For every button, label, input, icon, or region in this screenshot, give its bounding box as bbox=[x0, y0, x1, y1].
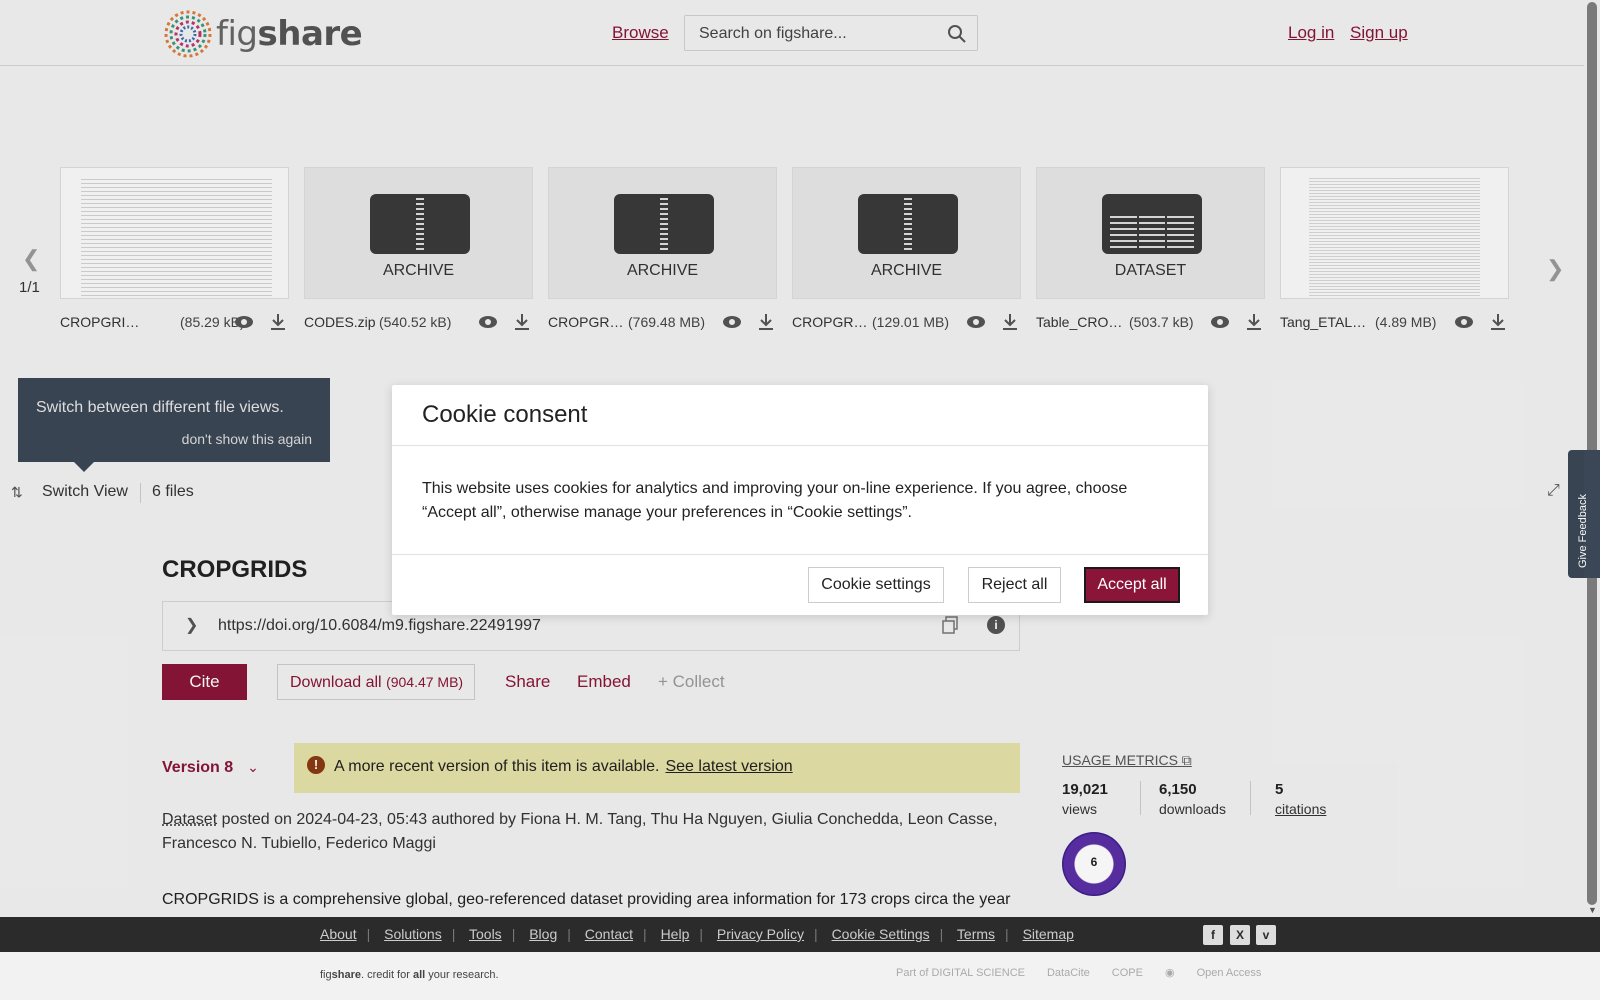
cookie-settings-button[interactable]: Cookie settings bbox=[808, 567, 944, 603]
divider bbox=[392, 554, 1208, 555]
accept-all-button[interactable]: Accept all bbox=[1084, 567, 1180, 603]
partner-logos: Part of DIGITAL SCIENCE DataCite COPE ◉ … bbox=[896, 966, 1262, 980]
cope-logo[interactable]: COPE bbox=[1112, 967, 1143, 979]
footer-link-terms[interactable]: Terms bbox=[957, 926, 995, 942]
globe-icon[interactable]: ◉ bbox=[1165, 966, 1175, 979]
footer-link-sitemap[interactable]: Sitemap bbox=[1023, 926, 1074, 942]
footer-link-about[interactable]: About bbox=[320, 926, 357, 942]
footer-link-privacy[interactable]: Privacy Policy bbox=[717, 926, 804, 942]
footer-link-contact[interactable]: Contact bbox=[585, 926, 633, 942]
vimeo-icon[interactable]: v bbox=[1256, 925, 1276, 945]
footer-credit: figshare. credit for all your research. bbox=[320, 969, 499, 981]
reject-all-button[interactable]: Reject all bbox=[968, 567, 1061, 603]
datacite-logo[interactable]: DataCite bbox=[1047, 967, 1090, 979]
scroll-down-arrow-icon[interactable]: ▼ bbox=[1588, 905, 1597, 915]
cookie-dialog-body: This website uses cookies for analytics … bbox=[422, 480, 1128, 521]
footer-link-blog[interactable]: Blog bbox=[529, 926, 557, 942]
x-twitter-icon[interactable]: X bbox=[1230, 925, 1250, 945]
open-access-logo[interactable]: Open Access bbox=[1197, 967, 1262, 979]
footer-link-solutions[interactable]: Solutions bbox=[384, 926, 442, 942]
digital-science-logo[interactable]: Part of DIGITAL SCIENCE bbox=[896, 967, 1025, 979]
footer-link-cookie-settings[interactable]: Cookie Settings bbox=[832, 926, 930, 942]
footer-link-help[interactable]: Help bbox=[661, 926, 690, 942]
cookie-dialog-title: Cookie consent bbox=[422, 401, 588, 428]
cookie-consent-dialog: Cookie consent This website uses cookies… bbox=[392, 385, 1208, 615]
footer-links: About | Solutions | Tools | Blog | Contact | … bbox=[320, 926, 1074, 942]
divider bbox=[392, 445, 1208, 446]
footer-link-tools[interactable]: Tools bbox=[469, 926, 502, 942]
facebook-icon[interactable]: f bbox=[1203, 925, 1223, 945]
footer-nav: About | Solutions | Tools | Blog | Contact | … bbox=[0, 917, 1600, 952]
footer-bottom: figshare. credit for all your research. … bbox=[0, 952, 1600, 1000]
